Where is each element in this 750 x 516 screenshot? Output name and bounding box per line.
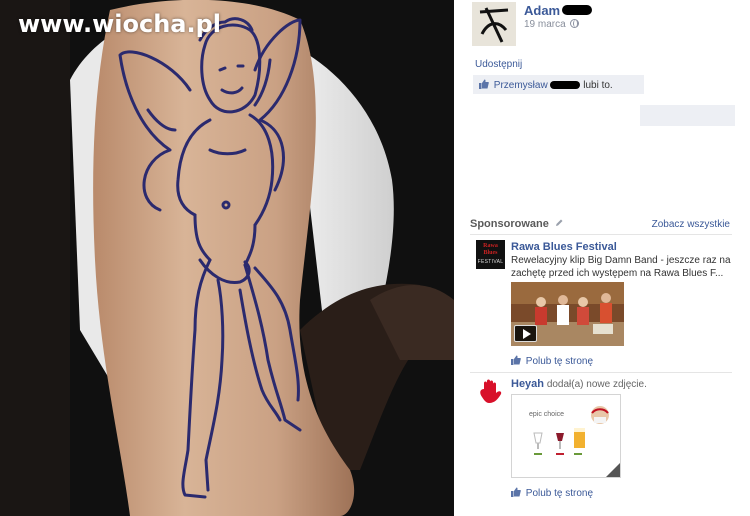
redaction-mark bbox=[550, 81, 581, 89]
thumbs-up-icon bbox=[511, 355, 521, 365]
ad-title[interactable]: Rawa Blues Festival bbox=[511, 241, 617, 253]
edit-icon[interactable] bbox=[555, 219, 563, 227]
heyah-hand-icon bbox=[480, 379, 502, 403]
heyah-brand[interactable]: Heyah bbox=[511, 378, 544, 390]
divider bbox=[470, 372, 732, 373]
ad-video-thumbnail[interactable] bbox=[511, 282, 624, 346]
like-page-link-rawa[interactable]: Polub tę stronę bbox=[511, 355, 593, 367]
share-link[interactable]: Udostępnij bbox=[475, 59, 522, 70]
post-photo[interactable]: www.wiocha.pl bbox=[0, 0, 454, 516]
ad-logo-rawa-blues[interactable]: Rawa Blues FESTIVAL bbox=[476, 240, 505, 269]
ad-logo-heyah[interactable] bbox=[476, 377, 506, 407]
card-tagline: epic choice bbox=[529, 411, 565, 418]
heyah-photo-image bbox=[533, 406, 620, 477]
sponsored-header: Sponsorowane Zobacz wszystkie bbox=[470, 213, 732, 235]
logo-text-bottom: FESTIVAL bbox=[477, 259, 504, 265]
site-watermark: www.wiocha.pl bbox=[18, 10, 222, 38]
globe-icon bbox=[570, 19, 580, 28]
likes-suffix: lubi to. bbox=[583, 80, 613, 91]
tattoo-photo-art bbox=[0, 0, 454, 516]
like-page-label: Polub tę stronę bbox=[525, 356, 594, 367]
post-date: 19 marca bbox=[524, 19, 580, 30]
avatar-image bbox=[472, 2, 516, 46]
author-avatar[interactable] bbox=[472, 2, 516, 46]
like-page-label: Polub tę stronę bbox=[525, 488, 594, 499]
heyah-photo-card[interactable]: epic choice bbox=[511, 394, 621, 478]
logo-text-top: Rawa Blues bbox=[483, 243, 498, 256]
author-name[interactable]: Adam bbox=[524, 3, 560, 18]
sponsored-title: Sponsorowane bbox=[470, 218, 563, 230]
date-text[interactable]: 19 marca bbox=[524, 19, 566, 30]
post-sidebar: Adam 19 marca Udostępnij Przemysław lubi… bbox=[454, 0, 750, 516]
heyah-activity: Heyah dodał(a) nowe zdjęcie. bbox=[511, 378, 647, 390]
see-all-link[interactable]: Zobacz wszystkie bbox=[652, 219, 730, 230]
heyah-action: dodał(a) nowe zdjęcie. bbox=[546, 379, 647, 390]
thumbs-up-icon bbox=[479, 79, 489, 89]
ad-description[interactable]: Rewelacyjny klip Big Damn Band - jeszcze… bbox=[511, 254, 733, 280]
play-icon[interactable] bbox=[514, 325, 537, 342]
comment-input[interactable] bbox=[640, 105, 735, 126]
likes-summary: Przemysław lubi to. bbox=[473, 75, 644, 94]
like-page-link-heyah[interactable]: Polub tę stronę bbox=[511, 487, 593, 499]
redaction-mark bbox=[562, 5, 592, 15]
thumbs-up-icon bbox=[511, 487, 521, 497]
liker-name[interactable]: Przemysław bbox=[494, 80, 548, 91]
sponsored-title-text: Sponsorowane bbox=[470, 218, 549, 230]
